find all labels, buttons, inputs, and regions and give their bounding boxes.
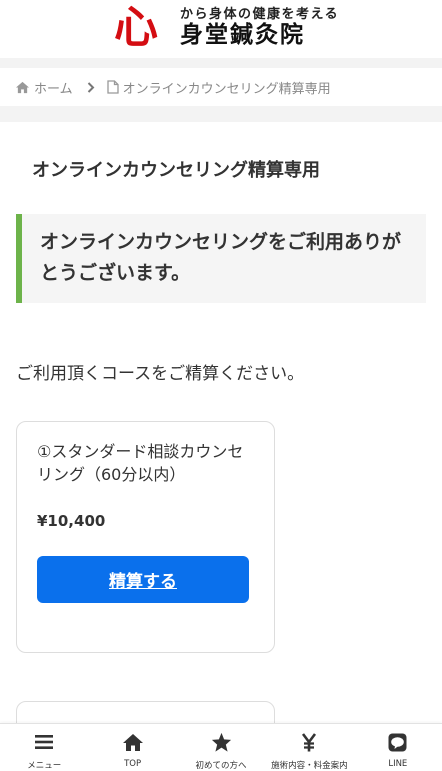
site-header: 心 から身体の健康を考える 身堂鍼灸院 (0, 0, 442, 58)
bottom-nav: メニュー TOP 初めての方へ 施術内容・料金案内 LINE (0, 723, 442, 771)
star-icon (211, 731, 232, 753)
breadcrumb-current-label: オンラインカウンセリング精算専用 (122, 81, 331, 97)
breadcrumb-current: オンラインカウンセリング精算専用 (106, 78, 331, 97)
menu-icon (35, 731, 54, 753)
file-icon (106, 80, 119, 94)
line-icon (388, 731, 407, 753)
divider-band (0, 58, 442, 68)
notice-heading: オンラインカウンセリングをご利用ありがとうございます。 (40, 231, 402, 284)
breadcrumb: ホーム オンラインカウンセリング精算専用 (0, 68, 442, 106)
logo-mark: 心 (114, 2, 158, 53)
chevron-right-icon (87, 81, 95, 93)
page-title: オンラインカウンセリング精算専用 (32, 160, 320, 181)
main-content: オンラインカウンセリング精算専用 オンラインカウンセリングをご利用ありがとうござ… (0, 158, 442, 653)
home-icon (122, 731, 144, 753)
nav-label-menu: メニュー (27, 761, 62, 771)
course-title: ①スタンダード相談カウンセリング（60分以内） (37, 442, 244, 484)
site-logo[interactable]: 心 から身体の健康を考える 身堂鍼灸院 (114, 2, 344, 56)
breadcrumb-home-link[interactable]: ホーム (15, 78, 73, 97)
course-card: ①スタンダード相談カウンセリング（60分以内） ¥10,400 精算する (16, 421, 275, 653)
course-price: ¥10,400 (37, 512, 106, 530)
intro-text: ご利用頂くコースをご精算ください。 (16, 364, 305, 384)
nav-label-top: TOP (124, 759, 142, 769)
nav-item-top[interactable]: TOP (88, 724, 176, 771)
nav-item-pricing[interactable]: 施術内容・料金案内 (265, 724, 353, 771)
nav-item-line[interactable]: LINE (354, 724, 442, 771)
notice-box: オンラインカウンセリングをご利用ありがとうございます。 (16, 214, 426, 303)
nav-label-first-time: 初めての方へ (195, 761, 247, 771)
logo-name: 身堂鍼灸院 (180, 22, 305, 48)
nav-item-first-time[interactable]: 初めての方へ (177, 724, 265, 771)
yen-icon (301, 731, 317, 753)
nav-label-pricing: 施術内容・料金案内 (271, 761, 348, 771)
home-icon (16, 81, 29, 93)
checkout-button[interactable]: 精算する (37, 556, 249, 603)
divider-band (0, 106, 442, 122)
nav-label-line: LINE (388, 759, 408, 769)
breadcrumb-home-label: ホーム (34, 81, 73, 97)
nav-item-menu[interactable]: メニュー (0, 724, 88, 771)
